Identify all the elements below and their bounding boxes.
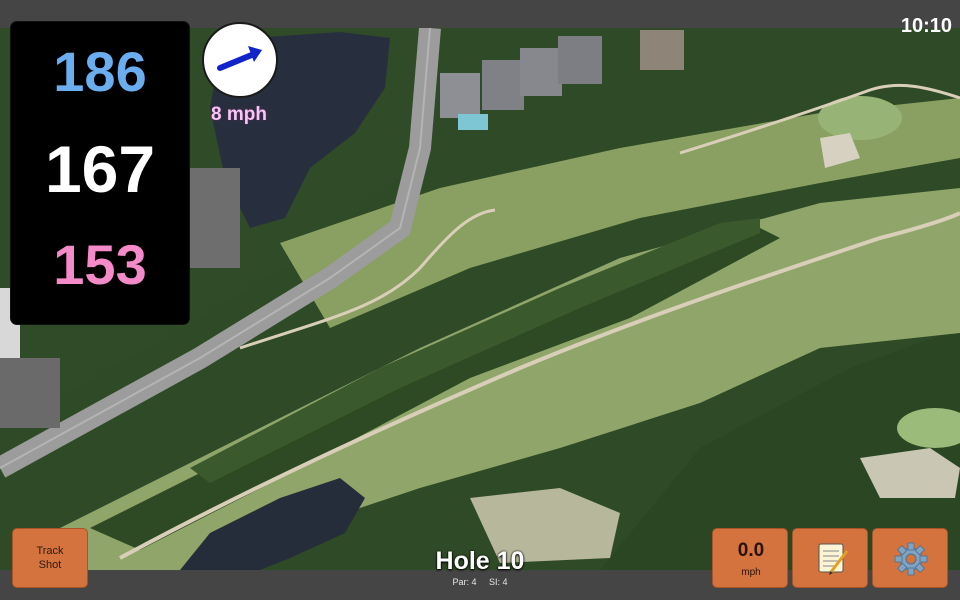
hole-info: Par: 4 SI: 4 [380,577,580,587]
track-shot-label-line1: Track [36,545,64,557]
arrow-icon [217,46,262,71]
hole-stroke-index: SI: 4 [489,577,508,587]
speed-unit: mph [741,567,761,578]
gear-icon [894,542,928,576]
wind-speed: 8 mph [211,104,267,125]
distance-front: 153 [53,233,147,296]
track-shot-button[interactable]: Track Shot [12,528,88,588]
clock: 10:10 [900,15,952,37]
notepad-icon [818,543,849,575]
hole-title: Hole 10 [435,547,525,575]
distance-back: 186 [53,40,147,103]
speed-value: 0.0 [737,540,765,561]
hole-par: Par: 4 [452,577,477,587]
track-shot-label-line2: Shot [38,559,62,571]
distance-panel: 186 167 153 [11,22,189,324]
distance-middle: 167 [44,132,156,206]
settings-button[interactable] [872,528,948,588]
speed-button[interactable]: 0.0 mph [712,528,788,588]
scorecard-button[interactable] [792,528,868,588]
wind-indicator [202,22,278,98]
golf-gps-screen: 10:10 186 167 153 8 mph Track Shot Hole … [0,0,960,600]
